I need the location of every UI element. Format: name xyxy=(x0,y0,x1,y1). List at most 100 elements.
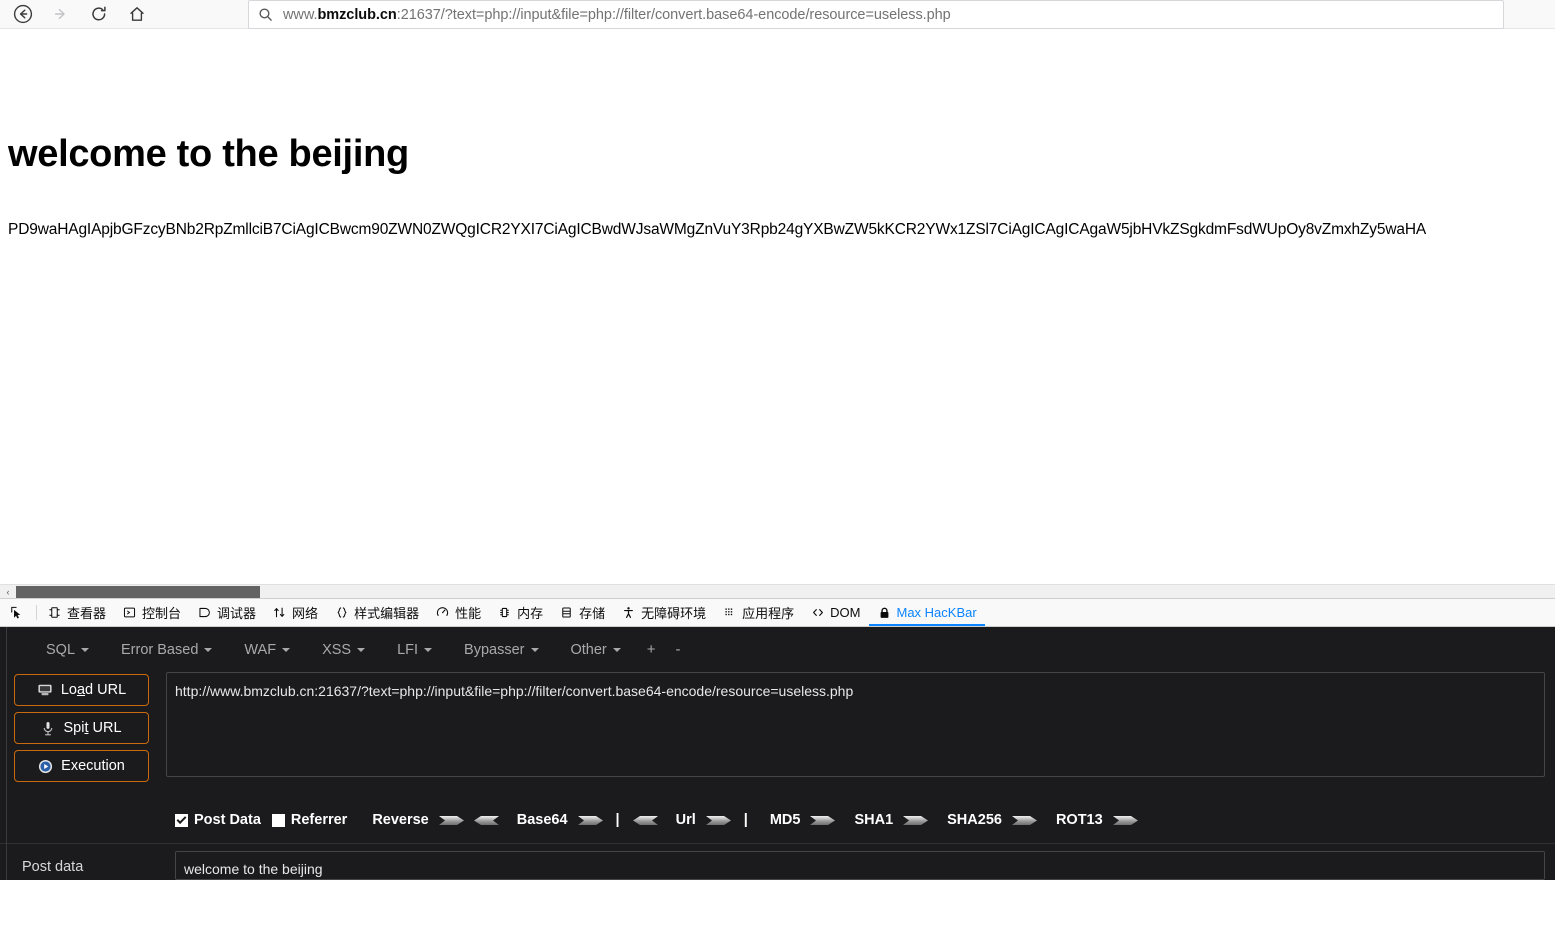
sha1-hash-arrow-right-icon[interactable] xyxy=(902,813,930,828)
scrollbar-thumb[interactable] xyxy=(16,585,260,598)
dom-icon xyxy=(810,605,825,620)
checkbox-unchecked-icon xyxy=(271,813,285,827)
post-data-textarea[interactable]: welcome to the beijing xyxy=(175,851,1545,880)
menu-label: SQL xyxy=(46,641,76,658)
md5-label: MD5 xyxy=(769,812,801,828)
url-decode-arrow-left-icon[interactable] xyxy=(631,813,659,828)
load-url-button[interactable]: Load URL xyxy=(14,674,149,706)
chevron-down-icon xyxy=(530,647,539,652)
base64-encode-arrow-right-icon[interactable] xyxy=(577,813,605,828)
back-button[interactable] xyxy=(8,1,38,27)
scroll-left-arrow-icon[interactable]: ‹ xyxy=(0,585,16,599)
reload-button[interactable] xyxy=(84,1,114,27)
devtools-tab-accessibility[interactable]: 无障碍环境 xyxy=(613,599,714,626)
devtools-tab-debugger[interactable]: 调试器 xyxy=(189,599,264,626)
hackbar-menu-sql[interactable]: SQL xyxy=(30,638,105,662)
menu-label: WAF xyxy=(244,641,277,658)
hackbar-menu-bypasser[interactable]: Bypasser xyxy=(448,638,554,662)
devtools-tab-storage[interactable]: 存储 xyxy=(551,599,613,626)
tab-label: 查看器 xyxy=(67,606,107,621)
tab-label: Max HacKBar xyxy=(896,605,977,620)
navigation-buttons xyxy=(0,1,152,27)
hackbar-menubar: SQL Error Based WAF XSS LFI Bypasser Oth… xyxy=(0,627,1555,672)
style-editor-icon xyxy=(334,605,349,620)
menu-label: Error Based xyxy=(121,641,199,658)
hackbar-add-tab-button[interactable]: + xyxy=(637,637,666,662)
search-icon xyxy=(258,7,273,22)
forward-button xyxy=(46,1,76,27)
devtools-tab-inspector[interactable]: 查看器 xyxy=(39,599,114,626)
load-url-icon xyxy=(37,683,53,697)
execution-button[interactable]: Execution xyxy=(14,750,149,782)
md5-hash-arrow-right-icon[interactable] xyxy=(809,813,837,828)
reverse-decode-arrow-left-icon[interactable] xyxy=(472,813,500,828)
split-url-label: Spit URL xyxy=(63,720,122,736)
chevron-down-icon xyxy=(81,647,90,652)
address-bar[interactable]: www.bmzclub.cn:21637/?text=php://input&f… xyxy=(248,0,1504,29)
home-button[interactable] xyxy=(122,1,152,27)
hackbar-menu-waf[interactable]: WAF xyxy=(228,638,306,662)
hackbar-menu-error-based[interactable]: Error Based xyxy=(105,638,228,662)
devtools-tab-max-hackbar[interactable]: Max HacKBar xyxy=(868,599,985,626)
tab-label: 控制台 xyxy=(142,606,182,621)
hackbar-remove-tab-button[interactable]: - xyxy=(666,637,691,662)
performance-icon xyxy=(435,605,450,620)
sha256-hash-arrow-right-icon[interactable] xyxy=(1011,813,1039,828)
hackbar-menu-xss[interactable]: XSS xyxy=(306,638,381,662)
menu-label: Bypasser xyxy=(464,641,525,658)
devtools-tab-console[interactable]: 控制台 xyxy=(114,599,189,626)
hackbar-encoder-row: Post Data Referrer Reverse Base64 | Url … xyxy=(0,797,1555,843)
menu-label: XSS xyxy=(322,641,352,658)
referrer-label: Referrer xyxy=(290,812,348,828)
hackbar-menu-lfi[interactable]: LFI xyxy=(381,638,448,662)
tab-label: 应用程序 xyxy=(742,606,795,621)
devtools-tab-style-editor[interactable]: 样式编辑器 xyxy=(326,599,427,626)
debugger-icon xyxy=(197,605,212,620)
devtools-tab-memory[interactable]: 内存 xyxy=(489,599,551,626)
network-icon xyxy=(272,605,287,620)
toolbar-divider xyxy=(36,605,37,620)
tab-label: 调试器 xyxy=(217,606,257,621)
base64-label: Base64 xyxy=(516,812,568,828)
horizontal-scrollbar[interactable]: ‹ xyxy=(0,584,1555,598)
devtools-tab-performance[interactable]: 性能 xyxy=(427,599,489,626)
reverse-encode-arrow-right-icon[interactable] xyxy=(438,813,466,828)
rot13-encode-arrow-right-icon[interactable] xyxy=(1112,813,1140,828)
page-viewport: welcome to the beijing PD9waHAgIApjbGFzc… xyxy=(0,29,1555,584)
picker-cursor-icon xyxy=(9,605,24,620)
tab-label: 性能 xyxy=(455,606,482,621)
lock-icon xyxy=(877,605,892,620)
tab-label: 样式编辑器 xyxy=(354,606,420,621)
storage-icon xyxy=(559,605,574,620)
chevron-down-icon xyxy=(282,647,291,652)
split-url-button[interactable]: Spit URL xyxy=(14,712,149,744)
url-prefix: www. xyxy=(283,6,318,23)
devtools-tab-network[interactable]: 网络 xyxy=(264,599,326,626)
application-icon xyxy=(722,605,737,620)
referrer-checkbox[interactable]: Referrer xyxy=(271,812,348,828)
post-data-checkbox[interactable]: Post Data xyxy=(175,812,261,828)
accessibility-icon xyxy=(621,605,636,620)
execution-label: Execution xyxy=(61,758,125,774)
chevron-down-icon xyxy=(357,647,366,652)
url-encode-arrow-right-icon[interactable] xyxy=(705,813,733,828)
url-host: bmzclub.cn xyxy=(317,6,397,23)
devtools-tab-dom[interactable]: DOM xyxy=(802,599,868,626)
sha1-label: SHA1 xyxy=(854,812,894,828)
encoder-separator-1: | xyxy=(615,812,620,828)
chevron-down-icon xyxy=(612,647,621,652)
tab-label: 网络 xyxy=(292,606,319,621)
hackbar-url-textarea[interactable]: http://www.bmzclub.cn:21637/?text=php://… xyxy=(166,672,1545,777)
tab-label: DOM xyxy=(830,605,861,620)
page-title: welcome to the beijing xyxy=(8,133,409,175)
element-picker-button[interactable] xyxy=(0,599,34,626)
hackbar-menu-other[interactable]: Other xyxy=(555,638,637,662)
devtools-tabbar: 查看器 控制台 调试器 网络 样式编辑器 性能 内存 存储 无障碍环境 应用程序… xyxy=(0,598,1555,627)
hackbar-main-row: Load URL Spit URL Execution http://www.b… xyxy=(0,672,1555,797)
menu-label: LFI xyxy=(397,641,419,658)
menu-label: Other xyxy=(570,641,607,658)
tab-label: 无障碍环境 xyxy=(641,606,707,621)
inspector-icon xyxy=(47,605,62,620)
devtools-tab-application[interactable]: 应用程序 xyxy=(714,599,802,626)
checkbox-checked-icon xyxy=(175,813,188,827)
